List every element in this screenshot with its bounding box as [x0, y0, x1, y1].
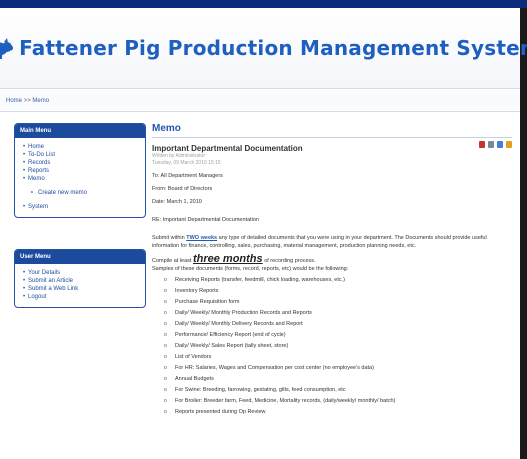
menu-item-home[interactable]: Home [23, 143, 139, 151]
main-menu-list: Home To-Do List Records Reports Memo Cre… [15, 138, 145, 217]
top-bar [0, 0, 527, 8]
list-item: Performance/ Efficiency Report (end of c… [164, 330, 512, 341]
list-item: Daily/ Weekly/ Sales Report (tally sheet… [164, 341, 512, 352]
paragraph-samples: Samples of these documents (forms, recor… [152, 266, 349, 272]
menu-item-reports[interactable]: Reports [23, 167, 139, 175]
user-menu-list: Your Details Submit an Article Submit a … [15, 264, 145, 307]
list-item: List of Vendors [164, 352, 512, 363]
list-item: Annual Budgets [164, 374, 512, 385]
main-content: Memo Important Departmental Documentatio… [152, 123, 512, 418]
list-item: For Broiler: Breeder farm, Feed, Medicin… [164, 396, 512, 407]
menu-item-records[interactable]: Records [23, 159, 139, 167]
memo-to: To: All Department Managers [152, 173, 223, 179]
memo-from: From: Board of Directors [152, 186, 213, 192]
site-header: Fattener Pig Production Management Syste… [0, 8, 527, 88]
title-divider [152, 137, 512, 138]
para2-pre: Compile at least [152, 258, 192, 264]
site-title: Fattener Pig Production Management Syste… [19, 36, 527, 60]
para1-pre: Submit within [152, 235, 185, 241]
para2-post: of recording process. [264, 258, 316, 264]
list-item: Reports presented during Op Review [164, 407, 512, 418]
list-item: Receiving Reports (transfer, feedmill, c… [164, 275, 512, 286]
menu-item-your-details[interactable]: Your Details [23, 269, 139, 277]
breadcrumb-separator: >> [23, 98, 31, 104]
list-item: Daily/ Weekly/ Monthly Production Record… [164, 308, 512, 319]
breadcrumb: Home >> Memo [6, 98, 49, 104]
paragraph-submit: Submit within TWO weeks any type of deta… [152, 234, 512, 250]
memo-re: RE: Important Departmental Documentation [152, 217, 259, 223]
pdf-icon[interactable] [479, 141, 485, 148]
section-title: Memo [152, 123, 181, 134]
menu-item-create-memo[interactable]: Create new memo [23, 189, 139, 197]
email-icon[interactable] [497, 141, 503, 148]
edit-icon[interactable] [506, 141, 512, 148]
menu-item-logout[interactable]: Logout [23, 293, 139, 301]
main-menu: Main Menu Home To-Do List Records Report… [14, 123, 146, 218]
article-title[interactable]: Important Departmental Documentation [152, 144, 512, 153]
list-item: Inventory Reports [164, 286, 512, 297]
pig-icon [0, 37, 14, 59]
menu-item-submit-weblink[interactable]: Submit a Web Link [23, 285, 139, 293]
document-list: Receiving Reports (transfer, feedmill, c… [152, 275, 512, 418]
print-icon[interactable] [488, 141, 494, 148]
author-line: Written by Administrator [152, 153, 205, 159]
menu-item-todo[interactable]: To-Do List [23, 151, 139, 159]
main-menu-title: Main Menu [15, 124, 145, 138]
two-weeks-link: TWO weeks [186, 235, 218, 241]
user-menu-title: User Menu [15, 250, 145, 264]
breadcrumb-home[interactable]: Home [6, 98, 22, 104]
list-item: Purchase Requisition form [164, 297, 512, 308]
memo-date: Date: March 1, 2010 [152, 199, 202, 205]
breadcrumb-bar [0, 88, 520, 112]
menu-item-submit-article[interactable]: Submit an Article [23, 277, 139, 285]
breadcrumb-current: Memo [32, 98, 50, 104]
list-item: For HR: Salaries, Wages and Compensation… [164, 363, 512, 374]
list-item: Daily/ Weekly/ Monthly Delivery Records … [164, 319, 512, 330]
menu-item-system[interactable]: System [23, 203, 139, 211]
window-edge [520, 8, 527, 459]
article-date: Tuesday, 09 March 2010 15:15 [152, 160, 221, 166]
paragraph-compile: Compile at least three months of recordi… [152, 253, 512, 265]
user-menu: User Menu Your Details Submit an Article… [14, 249, 146, 308]
site-logo[interactable]: Fattener Pig Production Management Syste… [0, 36, 527, 60]
menu-item-memo[interactable]: Memo [23, 175, 139, 183]
article-tools [479, 141, 512, 148]
three-months-emphasis: three months [192, 253, 263, 265]
list-item: For Swine: Breeding, farrowing, gestatin… [164, 385, 512, 396]
